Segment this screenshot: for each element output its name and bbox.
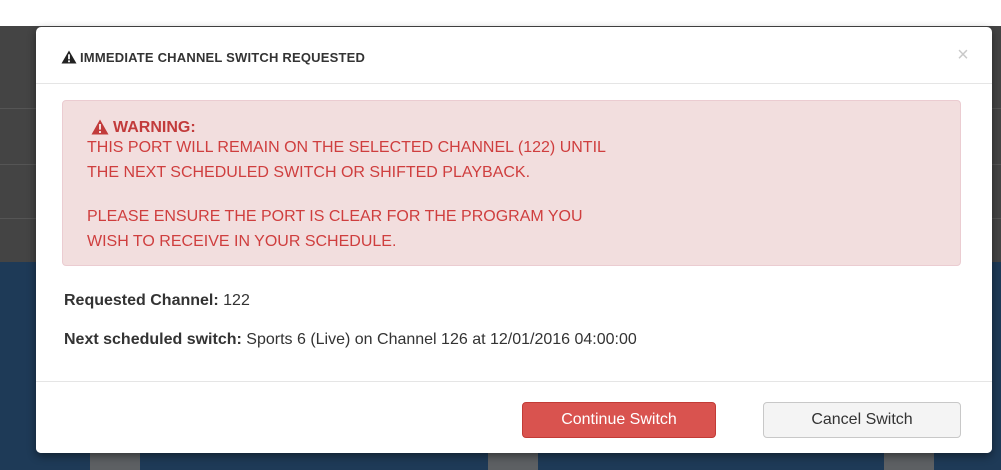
- modal-header: IMMEDIATE CHANNEL SWITCH REQUESTED ×: [36, 27, 992, 84]
- requested-channel-value: 122: [223, 292, 250, 309]
- next-switch-row: Next scheduled switch: Sports 6 (Live) o…: [64, 331, 637, 349]
- next-switch-value: Sports 6 (Live) on Channel 126 at 12/01/…: [246, 331, 637, 348]
- channel-switch-modal: IMMEDIATE CHANNEL SWITCH REQUESTED × WAR…: [36, 27, 992, 453]
- warning-icon: [91, 119, 109, 135]
- continue-switch-button[interactable]: Continue Switch: [522, 402, 716, 438]
- next-switch-label: Next scheduled switch:: [64, 331, 242, 348]
- modal-footer: Continue Switch Cancel Switch: [36, 381, 992, 453]
- cancel-switch-button[interactable]: Cancel Switch: [763, 402, 961, 438]
- alert-message-line: THE NEXT SCHEDULED SWITCH OR SHIFTED PLA…: [87, 164, 531, 181]
- alert-message-line: THIS PORT WILL REMAIN ON THE SELECTED CH…: [87, 139, 606, 156]
- alert-heading: WARNING:: [113, 119, 196, 136]
- warning-alert: WARNING: THIS PORT WILL REMAIN ON THE SE…: [62, 100, 961, 266]
- warning-icon: [61, 50, 77, 64]
- requested-channel-label: Requested Channel:: [64, 292, 219, 309]
- close-icon[interactable]: ×: [954, 44, 972, 66]
- modal-title: IMMEDIATE CHANNEL SWITCH REQUESTED: [80, 50, 366, 65]
- requested-channel-row: Requested Channel: 122: [64, 292, 250, 310]
- alert-message-line: WISH TO RECEIVE IN YOUR SCHEDULE.: [87, 233, 397, 250]
- alert-message-line: PLEASE ENSURE THE PORT IS CLEAR FOR THE …: [87, 208, 583, 225]
